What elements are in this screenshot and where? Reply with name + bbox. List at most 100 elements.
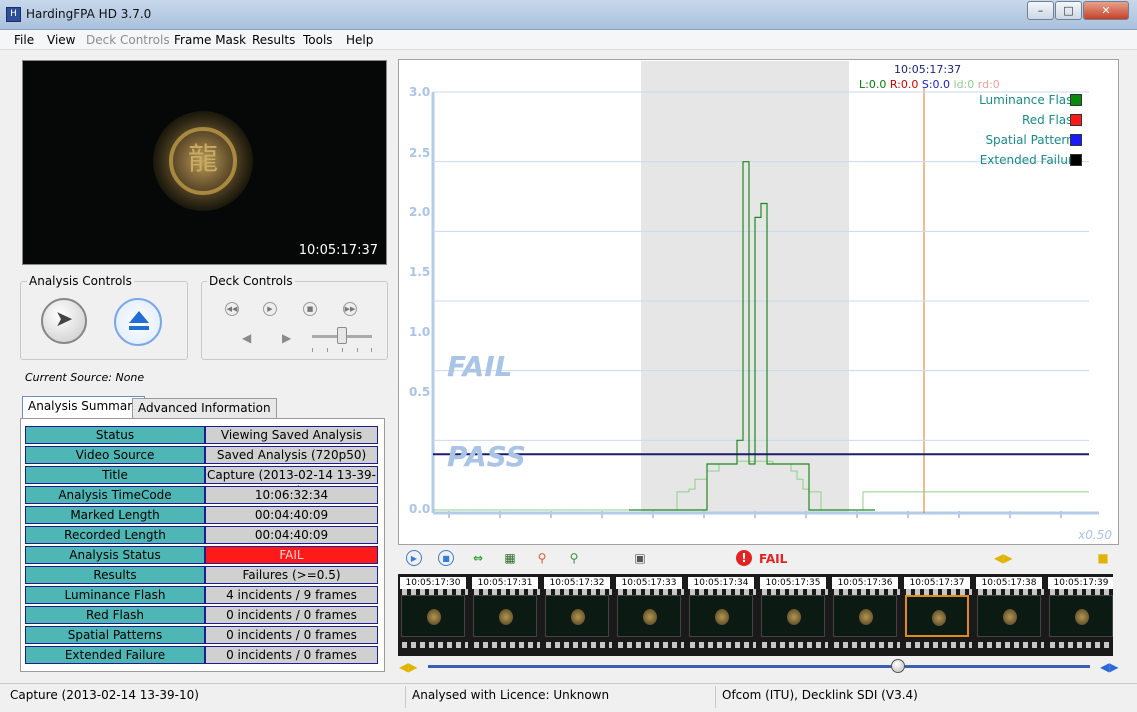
- folder-icon[interactable]: ■: [1095, 550, 1111, 566]
- status-licence: Analysed with Licence: Unknown: [412, 688, 610, 702]
- summary-value: 0 incidents / 0 frames: [205, 646, 378, 664]
- status-bar: Capture (2013-02-14 13-39-10) Analysed w…: [0, 683, 1137, 712]
- summary-value-fail: FAIL: [205, 546, 378, 564]
- film-frame-timecode: 10:05:17:33: [616, 577, 682, 589]
- timeline-track[interactable]: [428, 665, 1090, 668]
- camera-icon[interactable]: ▣: [632, 550, 648, 566]
- readout-l: L:0.0: [859, 78, 887, 91]
- thumbnail-emblem: [1075, 609, 1089, 625]
- flash-graph[interactable]: 10:05:17:37 L:0.0 R:0.0 S:0.0 ld:0 rd:0 …: [398, 59, 1119, 545]
- menu-tools[interactable]: Tools: [303, 33, 333, 47]
- summary-row-video-source: Video Source Saved Analysis (720p50): [25, 446, 378, 464]
- deck-controls-group: [201, 281, 388, 360]
- title-bar[interactable]: H HardingFPA HD 3.7.0 – □ ✕: [0, 0, 1137, 30]
- play-graph-icon[interactable]: ▶: [406, 550, 422, 566]
- slider-tick: [357, 348, 358, 352]
- summary-value: 0 incidents / 0 frames: [205, 606, 378, 624]
- summary-value: 0 incidents / 0 frames: [205, 626, 378, 644]
- deck-speed-slider-thumb[interactable]: [337, 327, 347, 344]
- prev-next-icon[interactable]: ◀▶: [994, 550, 1012, 566]
- fit-width-icon[interactable]: ⇔: [470, 550, 486, 566]
- film-frame[interactable]: 10:05:17:35: [758, 574, 828, 656]
- menu-deck-controls[interactable]: Deck Controls: [86, 33, 170, 47]
- tab-advanced-information[interactable]: Advanced Information: [132, 398, 277, 418]
- summary-row-spatial-patterns: Spatial Patterns 0 incidents / 0 frames: [25, 626, 378, 644]
- film-frame-thumbnail: [1049, 595, 1113, 637]
- slider-tick: [312, 348, 313, 352]
- summary-row-recorded-length: Recorded Length 00:04:40:09: [25, 526, 378, 544]
- film-frame-timecode: 10:05:17:32: [544, 577, 610, 589]
- menu-results[interactable]: Results: [252, 33, 295, 47]
- rewind-button[interactable]: ◀◀: [225, 302, 239, 316]
- filmstrip[interactable]: 10:05:17:30 10:05:17:31 10:05:17:32 10:05:1…: [398, 574, 1113, 656]
- summary-label: Spatial Patterns: [25, 626, 205, 644]
- timeline-next-icon[interactable]: ◀▶: [1100, 660, 1118, 674]
- film-frame[interactable]: 10:05:17:37: [902, 574, 972, 656]
- menu-view[interactable]: View: [47, 33, 75, 47]
- summary-row-title: Title Capture (2013-02-14 13-39-10): [25, 466, 378, 498]
- thumbnail-emblem: [499, 609, 513, 625]
- summary-row-extended-failure: Extended Failure 0 incidents / 0 frames: [25, 646, 378, 664]
- tab-analysis-summary[interactable]: Analysis Summary: [22, 396, 146, 418]
- film-frame-timecode: 10:05:17:30: [400, 577, 466, 589]
- stop-button[interactable]: ■: [303, 302, 317, 316]
- menu-frame-mask[interactable]: Frame Mask: [174, 33, 246, 47]
- film-frame-timecode: 10:05:17:37: [904, 577, 970, 589]
- slider-tick: [327, 348, 328, 352]
- summary-value: 00:04:40:09: [205, 506, 378, 524]
- film-frame[interactable]: 10:05:17:33: [614, 574, 684, 656]
- film-frame[interactable]: 10:05:17:39: [1046, 574, 1113, 656]
- film-frame-thumbnail: [401, 595, 465, 637]
- film-sprockets: [614, 642, 684, 648]
- status-source: Capture (2013-02-14 13-39-10): [10, 688, 199, 702]
- film-sprockets: [542, 642, 612, 648]
- maximize-button[interactable]: □: [1055, 1, 1082, 20]
- summary-row-red-flash: Red Flash 0 incidents / 0 frames: [25, 606, 378, 624]
- play-button[interactable]: ▶: [263, 302, 277, 316]
- step-forward-button[interactable]: ▶: [282, 331, 291, 345]
- film-frame[interactable]: 10:05:17:34: [686, 574, 756, 656]
- legend-luminance-flash: Luminance Flash: [979, 93, 1080, 107]
- summary-row-marked-length: Marked Length 00:04:40:09: [25, 506, 378, 524]
- fast-forward-button[interactable]: ▶▶: [343, 302, 357, 316]
- readout-s: S:0.0: [921, 78, 951, 91]
- summary-label: Luminance Flash: [25, 586, 205, 604]
- summary-value: 10:06:32:34: [205, 486, 378, 504]
- y-tick-label: 0.0: [409, 502, 431, 516]
- timeline-thumb[interactable]: [891, 659, 906, 673]
- menu-help[interactable]: Help: [346, 33, 373, 47]
- y-tick-label: 3.0: [409, 85, 431, 99]
- video-timecode: 10:05:17:37: [298, 243, 378, 258]
- thumbnail-emblem: [643, 609, 657, 625]
- step-back-button[interactable]: ◀: [242, 331, 251, 345]
- eject-button[interactable]: [114, 298, 162, 346]
- film-frame[interactable]: 10:05:17:32: [542, 574, 612, 656]
- slider-tick: [342, 348, 343, 352]
- current-source-label: Current Source: None: [25, 371, 145, 384]
- zoom-in-icon[interactable]: ⚲: [566, 550, 582, 566]
- summary-label: Recorded Length: [25, 526, 205, 544]
- film-sprockets: [470, 642, 540, 648]
- film-frame[interactable]: 10:05:17:31: [470, 574, 540, 656]
- y-tick-label: 2.5: [409, 146, 431, 160]
- slider-tick: [371, 348, 372, 352]
- summary-label: Red Flash: [25, 606, 205, 624]
- film-frame[interactable]: 10:05:17:30: [398, 574, 468, 656]
- menu-file[interactable]: File: [14, 33, 34, 47]
- x-scale-label: x0.50: [1078, 528, 1112, 542]
- film-frame-thumbnail: [473, 595, 537, 637]
- summary-value: Failures (>=0.5): [205, 566, 378, 584]
- timeline-prev-icon[interactable]: ◀▶: [399, 660, 417, 674]
- film-frame[interactable]: 10:05:17:38: [974, 574, 1044, 656]
- legend-swatch-red: [1070, 114, 1082, 126]
- film-frame[interactable]: 10:05:17:36: [830, 574, 900, 656]
- analyse-button[interactable]: ➤: [41, 298, 87, 344]
- stop-graph-icon[interactable]: ■: [438, 550, 454, 566]
- minimize-button[interactable]: –: [1027, 1, 1054, 20]
- readout-rd: rd:0: [977, 78, 1000, 91]
- app-icon: H: [6, 7, 21, 22]
- film-frame-thumbnail: [905, 595, 969, 637]
- filmstrip-icon[interactable]: ▦: [502, 550, 518, 566]
- close-button[interactable]: ✕: [1083, 1, 1129, 20]
- zoom-out-icon[interactable]: ⚲: [534, 550, 550, 566]
